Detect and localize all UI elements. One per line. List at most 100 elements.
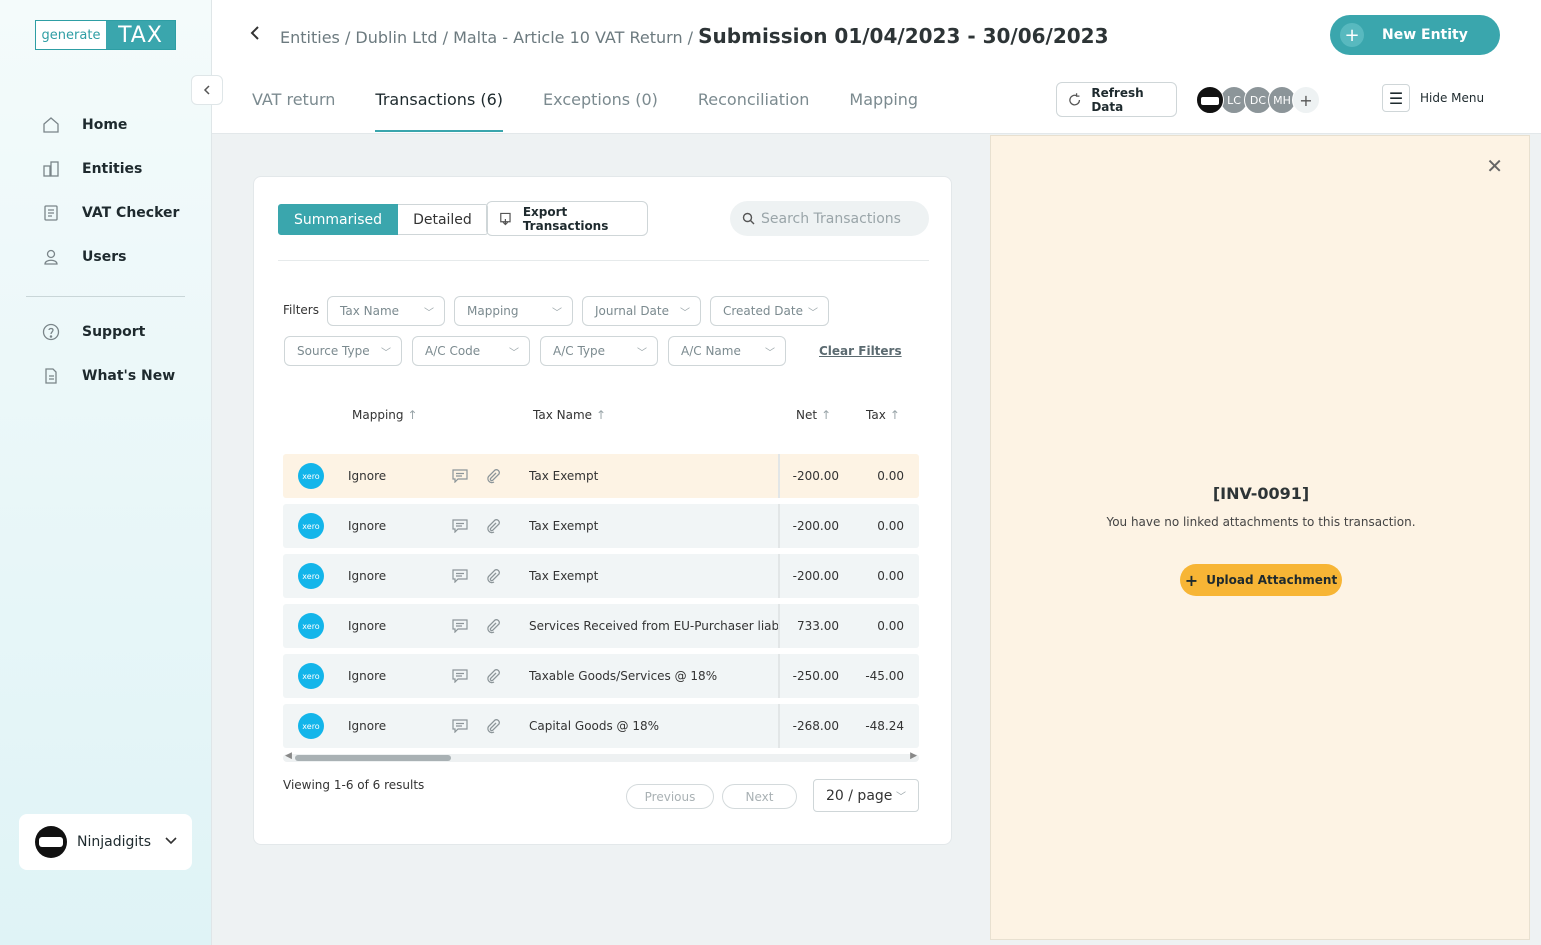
- mapping-cell[interactable]: Ignore: [348, 654, 386, 698]
- tax-cell: 0.00: [877, 519, 904, 533]
- scrollbar-thumb[interactable]: [295, 755, 451, 761]
- mapping-cell[interactable]: Ignore: [348, 604, 386, 648]
- mapping-cell[interactable]: Ignore: [348, 454, 386, 498]
- table-row[interactable]: xero Ignore Services Received from EU-Purc…: [283, 604, 919, 648]
- chevron-down-icon: ﹀: [680, 307, 690, 319]
- column-divider: [778, 554, 780, 598]
- page-size-value: 20 / page: [826, 787, 893, 804]
- filter-mapping[interactable]: Mapping ﹀: [454, 296, 573, 326]
- breadcrumb-path[interactable]: Entities / Dublin Ltd / Malta - Article …: [280, 28, 693, 47]
- tax-cell: -48.24: [865, 719, 904, 733]
- logo-text-tax: TAX: [106, 21, 175, 49]
- source-cell: xero: [298, 654, 324, 698]
- hide-menu-button[interactable]: ☰ Hide Menu: [1382, 84, 1484, 112]
- tax-name-cell: Taxable Goods/Services @ 18%: [529, 669, 718, 683]
- tab-reconciliation[interactable]: Reconciliation: [698, 90, 810, 131]
- column-divider: [778, 604, 780, 648]
- comment-icon[interactable]: [452, 504, 468, 548]
- add-user-icon[interactable]: +: [1292, 86, 1320, 114]
- sidebar-item-users[interactable]: Users: [42, 248, 126, 266]
- table-row[interactable]: xero Ignore Taxable Goods/Services @ 18% -2…: [283, 654, 919, 698]
- next-button[interactable]: Next: [722, 784, 797, 809]
- paperclip-icon[interactable]: [485, 604, 501, 648]
- comment-icon[interactable]: [452, 604, 468, 648]
- paperclip-icon[interactable]: [485, 654, 501, 698]
- filter-tax-name[interactable]: Tax Name ﹀: [327, 296, 445, 326]
- tab-exceptions[interactable]: Exceptions (0): [543, 90, 658, 131]
- search-input[interactable]: [761, 210, 921, 227]
- chevron-down-icon: ﹀: [637, 347, 647, 359]
- upload-attachment-button[interactable]: + Upload Attachment: [1180, 564, 1342, 596]
- summarised-toggle[interactable]: Summarised: [278, 204, 399, 235]
- new-entity-button[interactable]: + New Entity: [1330, 15, 1500, 55]
- paperclip-icon[interactable]: [485, 554, 501, 598]
- view-toggle: Summarised Detailed: [278, 204, 488, 235]
- paperclip-icon[interactable]: [485, 454, 501, 498]
- column-header-mapping[interactable]: Mapping ↑: [352, 408, 418, 422]
- sort-arrow-icon: ↑: [889, 408, 900, 422]
- xero-icon: xero: [298, 513, 324, 539]
- comment-icon[interactable]: [452, 704, 468, 748]
- back-arrow-icon[interactable]: [248, 25, 262, 46]
- filter-ac-name[interactable]: A/C Name ﹀: [668, 336, 786, 366]
- page-title: Submission 01/04/2023 - 30/06/2023: [698, 24, 1109, 48]
- home-icon: [42, 116, 60, 134]
- previous-button[interactable]: Previous: [626, 784, 714, 809]
- upload-label: Upload Attachment: [1206, 573, 1338, 587]
- collapse-sidebar-button[interactable]: [191, 75, 223, 105]
- logo[interactable]: generate TAX: [35, 20, 176, 50]
- detailed-toggle[interactable]: Detailed: [398, 204, 488, 235]
- filter-journal-date[interactable]: Journal Date ﹀: [582, 296, 701, 326]
- column-header-net[interactable]: Net ↑: [796, 408, 831, 422]
- filter-label: Mapping: [467, 304, 519, 318]
- table-row[interactable]: xero Ignore Capital Goods @ 18% -268.00 -48.…: [283, 704, 919, 748]
- comment-icon[interactable]: [452, 454, 468, 498]
- source-cell: xero: [298, 704, 324, 748]
- comment-icon[interactable]: [452, 554, 468, 598]
- close-icon[interactable]: ✕: [1486, 154, 1503, 178]
- invoice-reference: [INV-0091]: [1212, 484, 1310, 503]
- horizontal-scrollbar[interactable]: ◀ ▶: [283, 751, 919, 762]
- sidebar-item-vat-checker[interactable]: VAT Checker: [42, 204, 179, 222]
- paperclip-icon[interactable]: [485, 704, 501, 748]
- new-entity-label: New Entity: [1382, 27, 1468, 43]
- org-switcher[interactable]: Ninjadigits: [19, 814, 192, 870]
- tab-mapping[interactable]: Mapping: [849, 90, 918, 131]
- tax-name-cell: Tax Exempt: [529, 519, 599, 533]
- export-transactions-button[interactable]: Export Transactions: [486, 201, 648, 236]
- header: Entities / Dublin Ltd / Malta - Article …: [212, 0, 1541, 134]
- sidebar-item-home[interactable]: Home: [42, 116, 127, 134]
- column-header-tax-name[interactable]: Tax Name ↑: [533, 408, 606, 422]
- sidebar-item-support[interactable]: Support: [42, 323, 145, 341]
- tab-vat-return[interactable]: VAT return: [252, 90, 335, 131]
- column-header-tax[interactable]: Tax ↑: [866, 408, 900, 422]
- source-cell: xero: [298, 604, 324, 648]
- clear-filters-link[interactable]: Clear Filters: [819, 344, 902, 358]
- mapping-cell[interactable]: Ignore: [348, 504, 386, 548]
- sidebar-item-entities[interactable]: Entities: [42, 160, 142, 178]
- filter-ac-type[interactable]: A/C Type ﹀: [540, 336, 658, 366]
- scroll-left-icon[interactable]: ◀: [285, 751, 292, 761]
- mapping-cell[interactable]: Ignore: [348, 554, 386, 598]
- tax-cell: -45.00: [865, 669, 904, 683]
- table-row[interactable]: xero Ignore Tax Exempt -200.00 0.00: [283, 554, 919, 598]
- filter-created-date[interactable]: Created Date ﹀: [710, 296, 829, 326]
- refresh-data-button[interactable]: Refresh Data: [1056, 82, 1177, 117]
- scroll-right-icon[interactable]: ▶: [910, 751, 917, 761]
- net-cell: 733.00: [797, 619, 839, 633]
- avatar[interactable]: [1196, 86, 1224, 114]
- tab-transactions[interactable]: Transactions (6): [375, 90, 503, 132]
- table-row[interactable]: xero Ignore Tax Exempt -200.00 0.00: [283, 504, 919, 548]
- table-row[interactable]: xero Ignore Tax Exempt -200.00 0.00: [283, 454, 919, 498]
- plus-icon: +: [1184, 570, 1199, 590]
- no-attachments-message: You have no linked attachments to this t…: [1106, 515, 1416, 529]
- header-label: Tax Name: [533, 408, 593, 422]
- comment-icon[interactable]: [452, 654, 468, 698]
- sort-arrow-icon: ↑: [407, 408, 418, 422]
- paperclip-icon[interactable]: [485, 504, 501, 548]
- page-size-select[interactable]: 20 / page ﹀: [813, 779, 919, 812]
- filter-source-type[interactable]: Source Type ﹀: [284, 336, 402, 366]
- mapping-cell[interactable]: Ignore: [348, 704, 386, 748]
- sidebar-item-whats-new[interactable]: What's New: [42, 367, 175, 385]
- filter-ac-code[interactable]: A/C Code ﹀: [412, 336, 530, 366]
